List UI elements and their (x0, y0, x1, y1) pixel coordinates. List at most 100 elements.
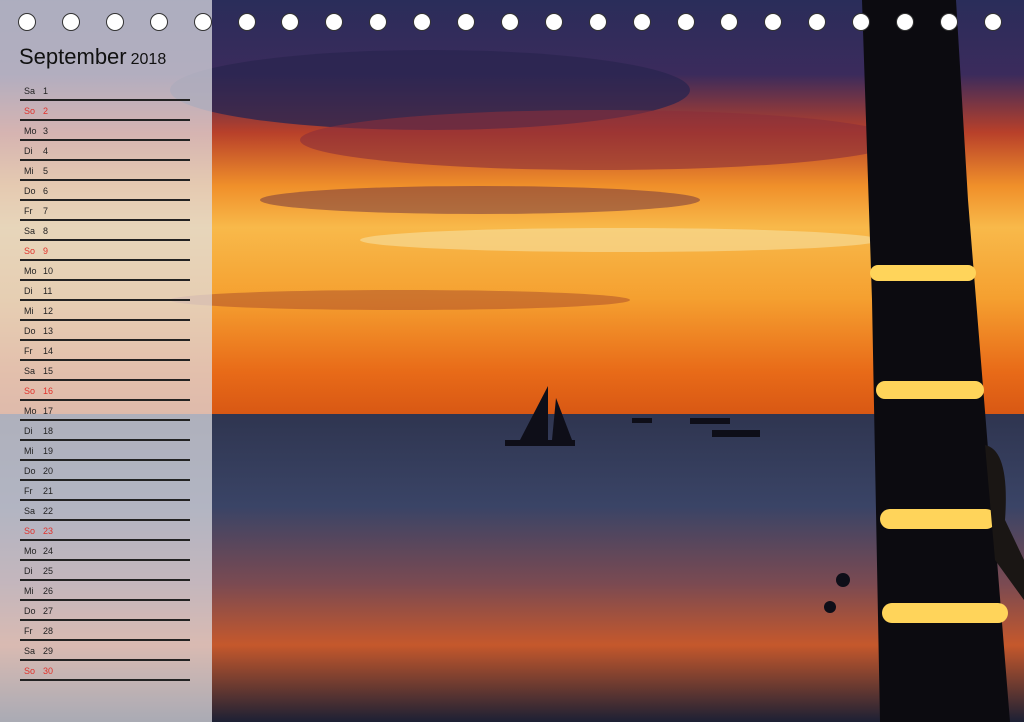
month-title: September 2018 (19, 44, 166, 70)
day-number: 27 (43, 606, 54, 616)
weekday-label: Mo (24, 126, 37, 136)
day-number: 29 (43, 646, 54, 656)
binding-ring (105, 13, 124, 31)
day-number: 26 (43, 586, 54, 596)
day-number: 23 (43, 526, 54, 536)
binding-ring (500, 13, 519, 31)
binding-ring (764, 13, 783, 31)
binding-ring (237, 13, 256, 31)
binding-ring (457, 13, 475, 31)
day-row: Sa 29 (20, 641, 190, 661)
binding-ring (983, 13, 1002, 31)
day-number: 30 (43, 666, 54, 676)
weekday-label: Sa (24, 646, 36, 656)
weekday-label: Fr (24, 626, 33, 636)
day-number: 5 (43, 166, 49, 176)
day-row: Mi 26 (20, 581, 190, 601)
weekday-label: So (24, 526, 36, 536)
year: 2018 (130, 51, 167, 68)
day-number: 12 (43, 306, 54, 316)
day-row: Sa 8 (20, 221, 190, 241)
day-row: Do 27 (20, 601, 190, 621)
day-row: So 9 (20, 241, 190, 261)
day-number: 2 (43, 106, 49, 116)
binding-ring (413, 13, 432, 31)
day-row: Di 11 (20, 281, 190, 301)
day-row: Di 18 (20, 421, 190, 441)
day-number: 4 (43, 146, 49, 156)
day-number: 11 (43, 286, 53, 296)
weekday-label: Do (24, 186, 36, 196)
day-number: 9 (43, 246, 49, 256)
binding-ring (808, 13, 827, 31)
weekday-label: So (24, 106, 36, 116)
day-number: 8 (43, 226, 49, 236)
binding-ring (720, 13, 739, 31)
day-row: So 2 (20, 101, 190, 121)
day-list: Sa 1 So 2 Mo 3 Di 4 Mi 5 Do 6 Fr 7 Sa 8 So 9 Mo 10 Di 11 Mi 12 D… (20, 81, 190, 681)
day-number: 22 (43, 506, 54, 516)
weekday-label: Mi (24, 166, 34, 176)
day-row: Sa 1 (20, 81, 190, 101)
weekday-label: So (24, 386, 36, 396)
binding-ring (281, 13, 300, 31)
day-row: Mo 24 (20, 541, 190, 561)
binding-ring (588, 13, 607, 31)
binding-ring (632, 13, 651, 31)
day-number: 20 (43, 466, 54, 476)
weekday-label: Sa (24, 366, 36, 376)
day-row: Mi 12 (20, 301, 190, 321)
binding-ring (544, 13, 563, 31)
weekday-label: Fr (24, 206, 33, 216)
day-row: Fr 21 (20, 481, 190, 501)
day-row: Do 6 (20, 181, 190, 201)
weekday-label: Do (24, 326, 36, 336)
day-row: Fr 28 (20, 621, 190, 641)
day-row: Sa 22 (20, 501, 190, 521)
binding-ring (369, 13, 388, 31)
weekday-label: Sa (24, 86, 36, 96)
weekday-label: Mo (24, 266, 37, 276)
day-row: Fr 7 (20, 201, 190, 221)
day-row: Mi 19 (20, 441, 190, 461)
binding-ring (852, 13, 871, 31)
day-row: Do 20 (20, 461, 190, 481)
day-number: 19 (43, 446, 54, 456)
day-row: So 16 (20, 381, 190, 401)
day-number: 13 (43, 326, 54, 336)
weekday-label: So (24, 666, 36, 676)
weekday-label: Mi (24, 446, 34, 456)
weekday-label: Fr (24, 346, 33, 356)
binding-ring (325, 13, 344, 31)
weekday-label: Do (24, 466, 36, 476)
weekday-label: Mi (24, 586, 34, 596)
weekday-label: Mo (24, 546, 37, 556)
weekday-label: Mi (24, 306, 34, 316)
weekday-label: Fr (24, 486, 33, 496)
day-number: 15 (43, 366, 54, 376)
day-row: Mo 10 (20, 261, 190, 281)
weekday-label: Di (24, 566, 33, 576)
day-number: 10 (43, 266, 54, 276)
weekday-label: Di (24, 146, 33, 156)
binding-ring (193, 13, 212, 31)
day-row: Di 4 (20, 141, 190, 161)
weekday-label: Di (24, 286, 33, 296)
weekday-label: Mo (24, 406, 37, 416)
day-row: So 23 (20, 521, 190, 541)
day-number: 24 (43, 546, 54, 556)
day-row: Di 25 (20, 561, 190, 581)
day-number: 17 (43, 406, 54, 416)
weekday-label: Sa (24, 226, 36, 236)
day-number: 7 (43, 206, 49, 216)
day-row: Mo 3 (20, 121, 190, 141)
day-number: 1 (43, 86, 49, 96)
day-number: 25 (43, 566, 54, 576)
weekday-label: Sa (24, 506, 36, 516)
day-number: 16 (43, 386, 54, 396)
binding-ring (61, 13, 80, 31)
binding-ring (939, 13, 958, 31)
month-name: September (19, 44, 127, 69)
weekday-label: Di (24, 426, 33, 436)
day-number: 3 (43, 126, 49, 136)
